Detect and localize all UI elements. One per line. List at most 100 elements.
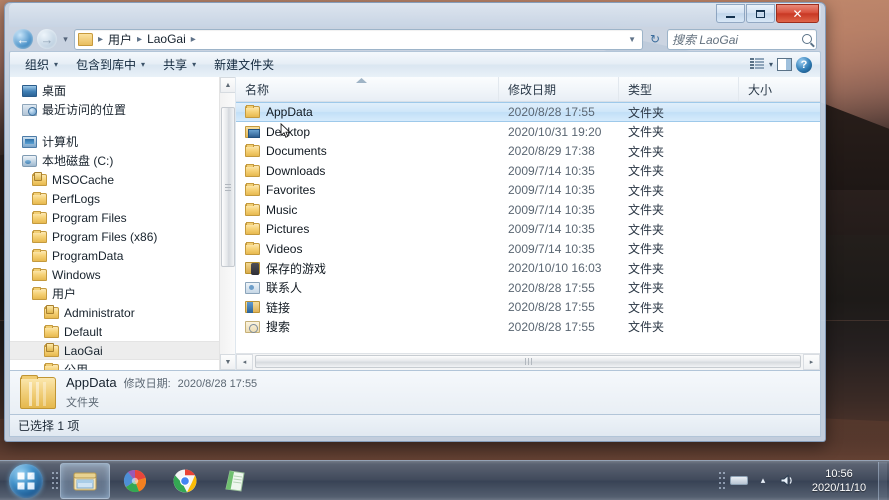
folder-icon	[245, 241, 260, 255]
file-name-cell: Pictures	[236, 222, 499, 236]
minimize-button[interactable]	[716, 4, 745, 23]
chevron-down-icon[interactable]: ▼	[628, 35, 640, 44]
scrollbar-thumb[interactable]	[221, 107, 235, 267]
taskbar-item-chrome[interactable]	[160, 463, 210, 499]
sidebar-item-label: Administrator	[64, 305, 135, 320]
taskbar-item-explorer[interactable]	[60, 462, 110, 499]
file-name-cell: Documents	[236, 144, 499, 158]
breadcrumb-users[interactable]: 用户	[106, 30, 134, 49]
sidebar-item-label: 桌面	[42, 84, 67, 98]
file-explorer-icon	[73, 472, 97, 490]
sidebar-item-laogai[interactable]: LaoGai	[10, 341, 235, 360]
details-item-name: AppData	[66, 375, 117, 390]
breadcrumb-laogai[interactable]: LaoGai	[145, 31, 188, 47]
table-row[interactable]: 链接 2020/8/28 17:55 文件夹	[236, 298, 820, 318]
navigation-scrollbar[interactable]: ▲ ▼	[219, 77, 235, 370]
sidebar-item-perflogs[interactable]: PerfLogs	[10, 189, 235, 208]
table-row[interactable]: Music 2009/7/14 10:35 文件夹	[236, 200, 820, 220]
scrollbar-track[interactable]	[253, 354, 803, 370]
sidebar-item-administrator[interactable]: Administrator	[10, 303, 235, 322]
new-folder-label: 新建文件夹	[214, 58, 275, 72]
recent-pages-button[interactable]: ▾	[61, 34, 70, 45]
sidebar-item-[interactable]: 最近访问的位置	[10, 100, 235, 119]
chevron-down-icon: ▾	[192, 60, 197, 69]
chevron-down-icon[interactable]: ▾	[769, 60, 773, 69]
table-row[interactable]: Desktop 2020/10/31 19:20 文件夹	[236, 122, 820, 142]
minimize-icon	[726, 15, 735, 18]
sidebar-item-program-files[interactable]: Program Files	[10, 208, 235, 227]
organize-button[interactable]: 组织 ▾	[16, 53, 67, 76]
table-row[interactable]: 搜索 2020/8/28 17:55 文件夹	[236, 317, 820, 337]
sidebar-item-programdata[interactable]: ProgramData	[10, 246, 235, 265]
close-button[interactable]: ✕	[776, 4, 819, 23]
share-button[interactable]: 共享 ▾	[154, 53, 205, 76]
column-header-type[interactable]: 类型	[619, 77, 739, 101]
clock-time: 10:56	[825, 467, 853, 480]
window-titlebar[interactable]: ✕	[9, 3, 821, 27]
table-row[interactable]: Pictures 2009/7/14 10:35 文件夹	[236, 220, 820, 240]
help-icon[interactable]: ?	[796, 56, 812, 73]
tray-show-hidden-icons-button[interactable]: ▴	[752, 475, 774, 486]
sidebar-item-default[interactable]: Default	[10, 322, 235, 341]
table-row[interactable]: Favorites 2009/7/14 10:35 文件夹	[236, 181, 820, 201]
sidebar-item-[interactable]: 计算机	[10, 132, 235, 151]
sidebar-item-label: LaoGai	[64, 343, 103, 358]
table-row[interactable]: 保存的游戏 2020/10/10 16:03 文件夹	[236, 259, 820, 279]
file-date-cell: 2009/7/14 10:35	[508, 241, 595, 256]
breadcrumb-separator[interactable]: ▸	[136, 34, 143, 45]
column-header-date[interactable]: 修改日期	[499, 77, 619, 101]
new-folder-button[interactable]: 新建文件夹	[205, 53, 283, 76]
sidebar-item-label: 公用	[64, 363, 89, 370]
back-button[interactable]: ←	[13, 29, 33, 49]
search-input[interactable]: 搜索 LaoGai	[667, 28, 817, 50]
sidebar-item-[interactable]: 公用	[10, 360, 235, 370]
chrome-icon	[173, 469, 197, 492]
sidebar-item-program-files-x86[interactable]: Program Files (x86)	[10, 227, 235, 246]
sidebar-item-[interactable]: 用户	[10, 284, 235, 303]
sidebar-item-msocache[interactable]: MSOCache	[10, 170, 235, 189]
scroll-down-button[interactable]: ▼	[220, 354, 235, 370]
clock[interactable]: 10:56 2020/11/10	[800, 467, 878, 495]
scroll-left-button[interactable]: ◂	[236, 354, 253, 370]
refresh-button[interactable]: ↻	[647, 32, 663, 46]
tray-volume-button[interactable]	[774, 473, 800, 488]
file-list-pane: 名称 修改日期 类型 大小 AppData 2020/8/28 17:55 文件夹 D…	[236, 77, 820, 370]
file-type-cell: 文件夹	[628, 164, 665, 179]
folder-icon	[32, 267, 47, 281]
maximize-button[interactable]	[746, 4, 775, 23]
change-view-icon[interactable]	[749, 58, 765, 71]
file-date-cell: 2020/8/29 17:38	[508, 144, 595, 159]
folder-icon	[245, 222, 260, 236]
table-row[interactable]: Documents 2020/8/29 17:38 文件夹	[236, 142, 820, 162]
column-header-size[interactable]: 大小	[739, 77, 820, 101]
scroll-up-button[interactable]: ▲	[220, 77, 235, 93]
folder-icon	[44, 324, 59, 338]
taskbar-item-firefox[interactable]	[110, 463, 160, 499]
scroll-right-button[interactable]: ▸	[803, 354, 820, 370]
taskbar-item-notepad[interactable]	[210, 463, 260, 499]
file-date-cell: 2009/7/14 10:35	[508, 202, 595, 217]
sidebar-item-c[interactable]: 本地磁盘 (C:)	[10, 151, 235, 170]
show-desktop-button[interactable]	[878, 461, 887, 500]
tray-language-indicator[interactable]	[726, 476, 752, 485]
file-date-cell: 2020/10/31 19:20	[508, 124, 602, 139]
file-name-cell: AppData	[236, 105, 499, 119]
table-row[interactable]: Downloads 2009/7/14 10:35 文件夹	[236, 161, 820, 181]
scrollbar-thumb[interactable]	[255, 355, 801, 368]
table-row[interactable]: AppData 2020/8/28 17:55 文件夹	[236, 102, 820, 122]
start-button[interactable]	[2, 462, 50, 500]
include-in-library-button[interactable]: 包含到库中 ▾	[67, 53, 154, 76]
sidebar-item-windows[interactable]: Windows	[10, 265, 235, 284]
forward-button[interactable]: →	[37, 29, 57, 49]
column-header-name[interactable]: 名称	[236, 77, 499, 101]
sidebar-item-[interactable]: 桌面	[10, 81, 235, 100]
folder-locked-icon	[44, 342, 59, 357]
horizontal-scrollbar[interactable]: ◂ ▸	[236, 353, 820, 370]
table-row[interactable]: 联系人 2020/8/28 17:55 文件夹	[236, 278, 820, 298]
breadcrumb-trailing-separator[interactable]: ▸	[190, 34, 197, 45]
address-breadcrumb-bar[interactable]: ▸ 用户 ▸ LaoGai ▸ ▼	[74, 28, 643, 50]
folder-search-icon	[245, 320, 260, 333]
table-row[interactable]: Videos 2009/7/14 10:35 文件夹	[236, 239, 820, 259]
preview-pane-icon[interactable]	[777, 58, 792, 71]
file-name-label: Pictures	[266, 222, 310, 237]
